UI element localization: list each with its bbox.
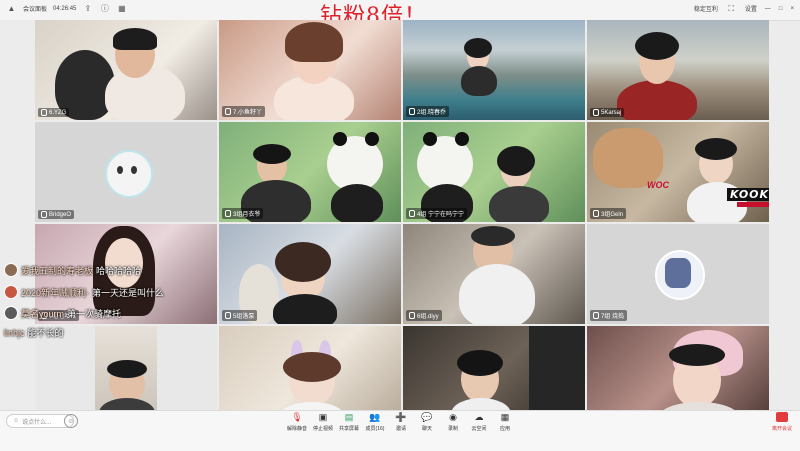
emoji-button[interactable]: ☺ xyxy=(64,414,78,428)
participant-name: 4组 宁宁在吗宁宁 xyxy=(406,208,468,219)
participant-name: 5Karsaj xyxy=(590,108,625,117)
chat-icon: ☺ xyxy=(13,418,20,424)
mic-icon xyxy=(593,109,599,116)
chat-button[interactable]: 💬 聊天 xyxy=(416,411,438,433)
video-tile[interactable]: 6组.diyy xyxy=(403,224,585,324)
share-link-icon[interactable]: ⇪ xyxy=(82,3,93,14)
participant-name: BridgeO xyxy=(38,210,75,219)
chat-icon: 💬 xyxy=(421,411,433,422)
record-button[interactable]: ◉ 录制 xyxy=(442,411,464,433)
avatar xyxy=(4,263,18,277)
participant-name: 6.YZG xyxy=(38,108,70,117)
kook-overlay-underline xyxy=(737,202,769,207)
danmu-comment: 2020新年贼顺利· 第一天还是叫什么 xyxy=(4,285,164,299)
video-tile[interactable]: WOC KOOK631366 3组Geln xyxy=(587,122,769,222)
toolbar-controls: 🎙 解除静音 ▣ 停止视频 ▤ 共享屏幕 👥 成员(16) ➕ 邀请 💬 聊天 ◉ 录制 ☁ 云… xyxy=(286,411,516,433)
video-tile[interactable]: 7组 烧捣 xyxy=(587,224,769,324)
danmu-comment: 爱我五制的寿老板 哈哈哈哈哈 xyxy=(4,263,141,277)
fullscreen-icon[interactable]: ⛶ xyxy=(726,3,737,14)
participant-name: 3组月衣爷 xyxy=(222,208,264,219)
mic-icon xyxy=(409,210,415,217)
video-tile[interactable]: 5Karsaj xyxy=(587,20,769,120)
video-grid: 6.YZG 7.小鱼籽丫 2组.晓春乔 5Karsaj BridgeO 3组月衣… xyxy=(35,20,771,426)
mic-icon xyxy=(409,108,415,115)
participant-name: 5组洛泵 xyxy=(222,310,258,321)
close-button[interactable]: × xyxy=(790,6,794,12)
video-tile[interactable]: 5组洛泵 xyxy=(219,224,401,324)
camera-icon: ▣ xyxy=(318,411,328,422)
participant-name: 6组.diyy xyxy=(406,310,442,321)
left-margin xyxy=(0,20,35,410)
video-tile[interactable]: 7.小鱼籽丫 xyxy=(219,20,401,120)
settings-button[interactable]: 设置 xyxy=(745,4,757,13)
danmu-comment: linhjc 能不长的 xyxy=(4,327,64,339)
info-icon[interactable]: ⓘ xyxy=(99,3,110,14)
mic-icon xyxy=(225,108,231,115)
mic-icon xyxy=(225,312,231,319)
video-tile[interactable]: 6.YZG xyxy=(35,20,217,120)
mute-button[interactable]: 🎙 解除静音 xyxy=(286,411,308,433)
share-screen-button[interactable]: ▤ 共享屏幕 xyxy=(338,411,360,433)
screen-share-icon: ▤ xyxy=(344,411,354,422)
video-button[interactable]: ▣ 停止视频 xyxy=(312,411,334,433)
avatar xyxy=(4,306,18,320)
video-tile[interactable]: BridgeO xyxy=(35,122,217,222)
grid-view-icon[interactable]: ▦ xyxy=(116,3,127,14)
video-tile[interactable]: 3组月衣爷 xyxy=(219,122,401,222)
app-logo-icon: ▲ xyxy=(7,4,16,13)
leave-meeting-button[interactable]: 离开会议 xyxy=(772,412,792,432)
leave-icon xyxy=(776,412,788,422)
kook-overlay-text: KOOK631366 xyxy=(727,188,769,201)
mic-icon xyxy=(409,312,415,319)
danmu-comment: 莫名yourm 第一次骑摩托 xyxy=(4,306,121,320)
cloud-icon: ☁ xyxy=(474,411,484,422)
record-icon: ◉ xyxy=(449,411,457,422)
members-button[interactable]: 👥 成员(16) xyxy=(364,411,386,433)
mic-icon: 🎙 xyxy=(291,411,303,422)
video-tile[interactable]: 2组.晓春乔 xyxy=(403,20,585,120)
apps-icon: ▦ xyxy=(500,411,510,422)
avatar xyxy=(4,285,18,299)
apps-button[interactable]: ▦ 应用 xyxy=(494,411,516,433)
mic-icon xyxy=(593,312,599,319)
participant-name: 3组Geln xyxy=(590,208,627,219)
minimize-button[interactable]: — xyxy=(765,6,771,12)
mic-icon xyxy=(225,210,231,217)
mic-icon xyxy=(41,211,47,218)
participant-name: 2组.晓春乔 xyxy=(406,106,450,117)
mic-icon xyxy=(593,210,599,217)
participant-name: 7组 烧捣 xyxy=(590,310,628,321)
network-quality-label: 稳定互利 xyxy=(693,7,718,13)
invite-icon: ➕ xyxy=(395,411,407,422)
members-icon: 👥 xyxy=(369,411,381,422)
participant-name: 7.小鱼籽丫 xyxy=(222,106,266,117)
meeting-timer: 04:26:45 xyxy=(53,5,77,12)
mic-icon xyxy=(41,109,47,116)
cloud-button[interactable]: ☁ 云空间 xyxy=(468,411,490,433)
maximize-button[interactable]: □ xyxy=(779,6,783,12)
team-logo: WOC xyxy=(647,180,669,190)
video-tile[interactable]: 4组 宁宁在吗宁宁 xyxy=(403,122,585,222)
invite-button[interactable]: ➕ 邀请 xyxy=(390,411,412,433)
app-name: 会议面板 xyxy=(23,7,48,13)
